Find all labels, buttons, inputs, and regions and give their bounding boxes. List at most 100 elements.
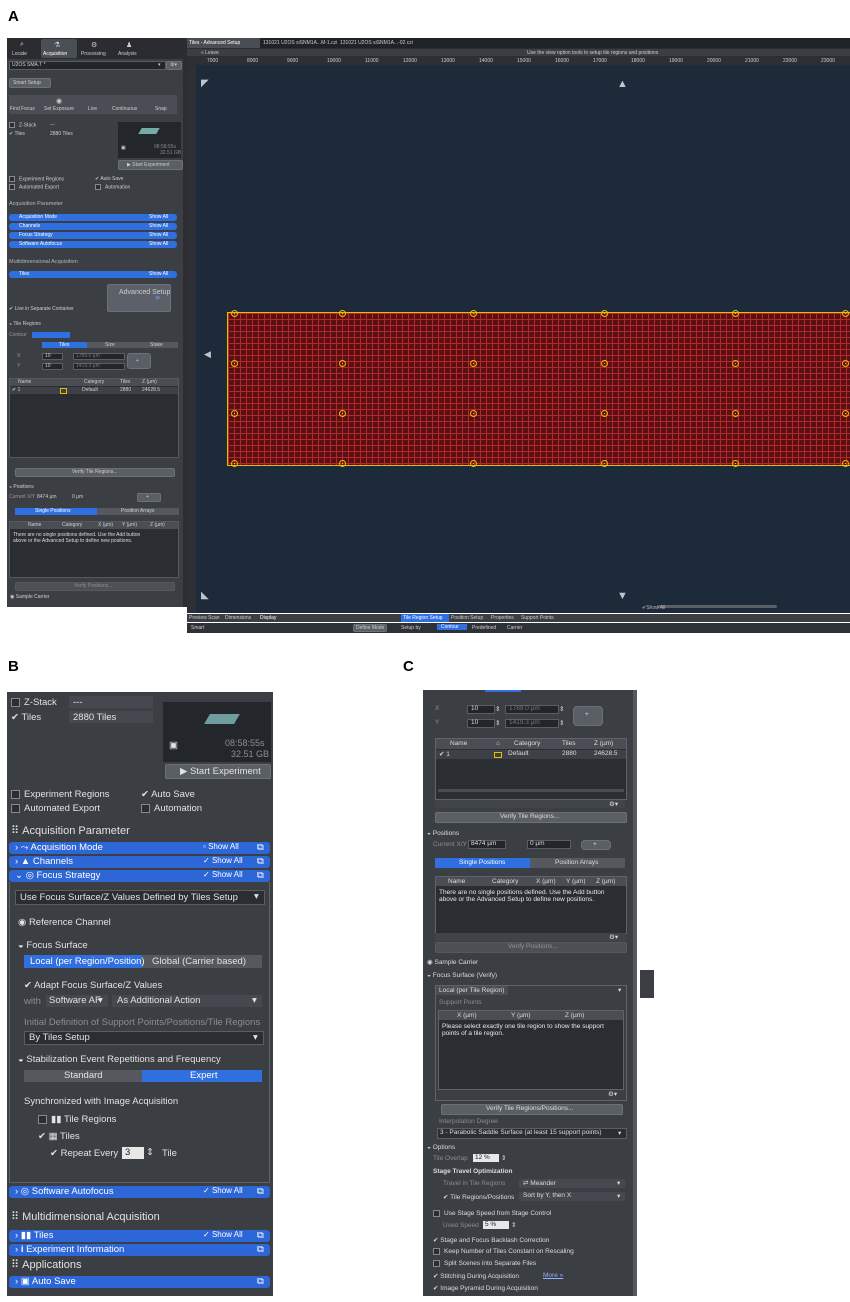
backlash-checkbox[interactable]: ✔ Stage and Focus Backlash Correction [433, 1236, 549, 1244]
support-point-marker[interactable] [470, 410, 477, 417]
zstack-checkbox[interactable]: Z-Stack [9, 122, 36, 128]
support-point-marker[interactable] [732, 360, 739, 367]
verify-positions-button[interactable]: Verify Positions... [435, 942, 627, 953]
support-point-marker[interactable] [842, 460, 849, 467]
snap-button[interactable]: Snap [145, 95, 177, 114]
tile-overlap-input[interactable]: 12 % [473, 1154, 499, 1162]
sample-carrier-section[interactable]: ◉ Sample Carrier [10, 594, 49, 600]
add-tile-region-button[interactable]: + [127, 353, 151, 369]
standard-segment[interactable]: Standard [64, 1070, 103, 1081]
tab-tile-region-setup[interactable]: Tile Region Setup [401, 614, 449, 622]
keep-number-checkbox[interactable]: Keep Number of Tiles Constant on Rescali… [433, 1248, 574, 1255]
tiles-checkbox[interactable]: ✔ Tiles [11, 712, 41, 723]
sample-carrier-section[interactable]: ◉ Sample Carrier [427, 958, 478, 966]
tab-locate[interactable]: ⌕ Locate [9, 39, 40, 58]
positions-section[interactable]: ◒ Positions [427, 830, 459, 837]
seg-size[interactable]: Size [105, 342, 115, 348]
support-point-marker[interactable] [601, 310, 608, 317]
global-segment[interactable]: Global (Carrier based) [152, 956, 246, 967]
smart-setup-button[interactable]: Smart Setup [9, 78, 51, 88]
verify-tile-regions-button[interactable]: Verify Tile Regions... [435, 812, 627, 823]
auto-save-checkbox[interactable]: ✔ Auto Save [95, 176, 123, 182]
live-button[interactable]: Live [77, 95, 110, 114]
split-scenes-checkbox[interactable]: Split Scenes into Separate Files [433, 1260, 536, 1267]
initial-definition-select[interactable]: By Tiles Setup ▾ [24, 1031, 264, 1045]
tile-regions-checkbox[interactable]: ▮▮ Tile Regions [38, 1114, 116, 1125]
automated-export-checkbox[interactable]: Automated Export [11, 803, 100, 814]
support-point-marker[interactable] [732, 310, 739, 317]
support-point-marker[interactable] [842, 310, 849, 317]
support-point-marker[interactable] [231, 410, 238, 417]
travel-mode-select[interactable]: ⇄ Meander ▾ [519, 1179, 625, 1188]
tile-regions-section[interactable]: ◒ Tile Regions [9, 321, 41, 327]
table-scrollbar[interactable] [438, 789, 624, 792]
software-autofocus-bar[interactable]: › ◎ Software Autofocus ✓ Show All ⧉ [9, 1186, 270, 1198]
tile-region-grid[interactable] [227, 312, 850, 466]
add-tile-region-button[interactable]: + [573, 706, 603, 726]
set-exposure-button[interactable]: ◉ Set Exposure [43, 95, 76, 114]
auto-save-bar[interactable]: › ▣ Auto Save ⧉ [9, 1276, 270, 1288]
gear-icon[interactable]: ⚙▾ [609, 933, 618, 941]
pan-up-icon[interactable]: ▲ [617, 78, 628, 90]
single-positions-tab[interactable]: Single Positions [15, 508, 97, 515]
support-point-marker[interactable] [732, 410, 739, 417]
support-point-marker[interactable] [601, 360, 608, 367]
vertical-scrollbar[interactable] [633, 690, 637, 1296]
image-pyramid-checkbox[interactable]: ✔ Image Pyramid During Acquisition [433, 1284, 538, 1292]
automation-checkbox[interactable]: Automation [141, 803, 202, 814]
seg-tiles[interactable]: Tiles [42, 342, 87, 348]
channels-bar[interactable]: › ▲ Channels ✓ Show All ⧉ [9, 856, 270, 868]
focus-surface-section[interactable]: ◒ Focus Surface (Verify) [427, 972, 497, 979]
automated-export-checkbox[interactable]: Automated Export [9, 184, 59, 190]
start-experiment-button[interactable]: ▶ Start Experiment [165, 764, 271, 779]
tiles-y-input[interactable]: 10 [42, 363, 63, 370]
positions-section[interactable]: ◒ Positions [9, 484, 34, 490]
sort-order-select[interactable]: Sort by Y, then X ▾ [519, 1192, 625, 1201]
stepper-icon[interactable]: ⇕ [146, 1147, 154, 1158]
tab-dimensions[interactable]: Dimensions [225, 615, 251, 621]
verify-tile-regions-positions-button[interactable]: Verify Tile Regions/Positions... [441, 1104, 623, 1115]
experiment-information-bar[interactable]: › i Experiment Information ⧉ [9, 1244, 270, 1256]
seg-stake[interactable]: Stake [150, 342, 163, 348]
tiles-bar[interactable]: › ▮▮ Tiles ✓ Show All ⧉ [9, 1230, 270, 1242]
acquisition-mode-bar[interactable]: Acquisition Mode Show All [9, 214, 177, 221]
table-row[interactable]: ✔ 1 Default 2880 24628.5 [10, 387, 178, 394]
leave-button[interactable]: « Leave [201, 50, 219, 56]
support-point-marker[interactable] [231, 360, 238, 367]
stabilization-section[interactable]: ◒ Stabilization Event Repetitions and Fr… [18, 1054, 221, 1065]
focus-strategy-bar[interactable]: ⌄ ◎ Focus Strategy ✓ Show All ⧉ [9, 870, 270, 882]
gear-icon[interactable]: ⚙▾ [608, 1090, 617, 1098]
stitching-checkbox[interactable]: ✔ Stitching During Acquisition [433, 1272, 519, 1280]
support-point-marker[interactable] [601, 410, 608, 417]
tab-support-points[interactable]: Support Points [521, 615, 554, 621]
acquisition-mode-bar[interactable]: › ⤳ Acquisition Mode ▫ Show All ⧉ [9, 842, 270, 854]
tiles-x-input[interactable]: 10 [42, 353, 63, 360]
software-autofocus-bar[interactable]: Software Autofocus Show All [9, 241, 177, 248]
live-separate-checkbox[interactable]: ✔ Live in Separate Container [9, 306, 74, 312]
tab-properties[interactable]: Properties [491, 615, 514, 621]
experiment-options-button[interactable]: ⚙▾ [166, 61, 182, 70]
tab-acquisition[interactable]: ⚗ Acquisition [41, 39, 77, 58]
single-positions-tab[interactable]: Single Positions [435, 858, 530, 868]
tab-preview-scan[interactable]: Preview Scan [189, 615, 220, 621]
show-all-small[interactable]: ✔Show All [642, 605, 665, 611]
more-link[interactable]: More » [543, 1272, 563, 1279]
add-position-button[interactable]: + [137, 493, 161, 502]
support-point-marker[interactable] [470, 460, 477, 467]
tiles-bar[interactable]: Tiles Show All [9, 271, 177, 278]
use-stage-speed-checkbox[interactable]: Use Stage Speed from Stage Control [433, 1210, 551, 1217]
setup-carrier[interactable]: Carrier [507, 625, 522, 631]
verify-tile-regions-button[interactable]: Verify Tile Regions... [15, 468, 175, 477]
auto-save-checkbox[interactable]: ✔ Auto Save [141, 789, 195, 800]
tab-analysis[interactable]: ♟ Analysis [113, 39, 147, 58]
options-section[interactable]: ◒ Options [427, 1144, 455, 1151]
interpolation-degree-select[interactable]: 3 - Parabolic Saddle Surface (at least 1… [437, 1128, 627, 1139]
position-arrays-tab[interactable]: Position Arrays [555, 859, 598, 866]
local-tab[interactable]: Local (per Tile Region) [436, 986, 508, 995]
repeat-every-input[interactable]: 3 [122, 1147, 144, 1159]
support-point-marker[interactable] [339, 310, 346, 317]
doc-tab-2[interactable]: 131021 U2OS siSNM1A...M-1.czi [263, 40, 337, 46]
support-point-marker[interactable] [732, 460, 739, 467]
tab-processing[interactable]: ⚙ Processing [78, 39, 112, 58]
support-point-marker[interactable] [339, 460, 346, 467]
